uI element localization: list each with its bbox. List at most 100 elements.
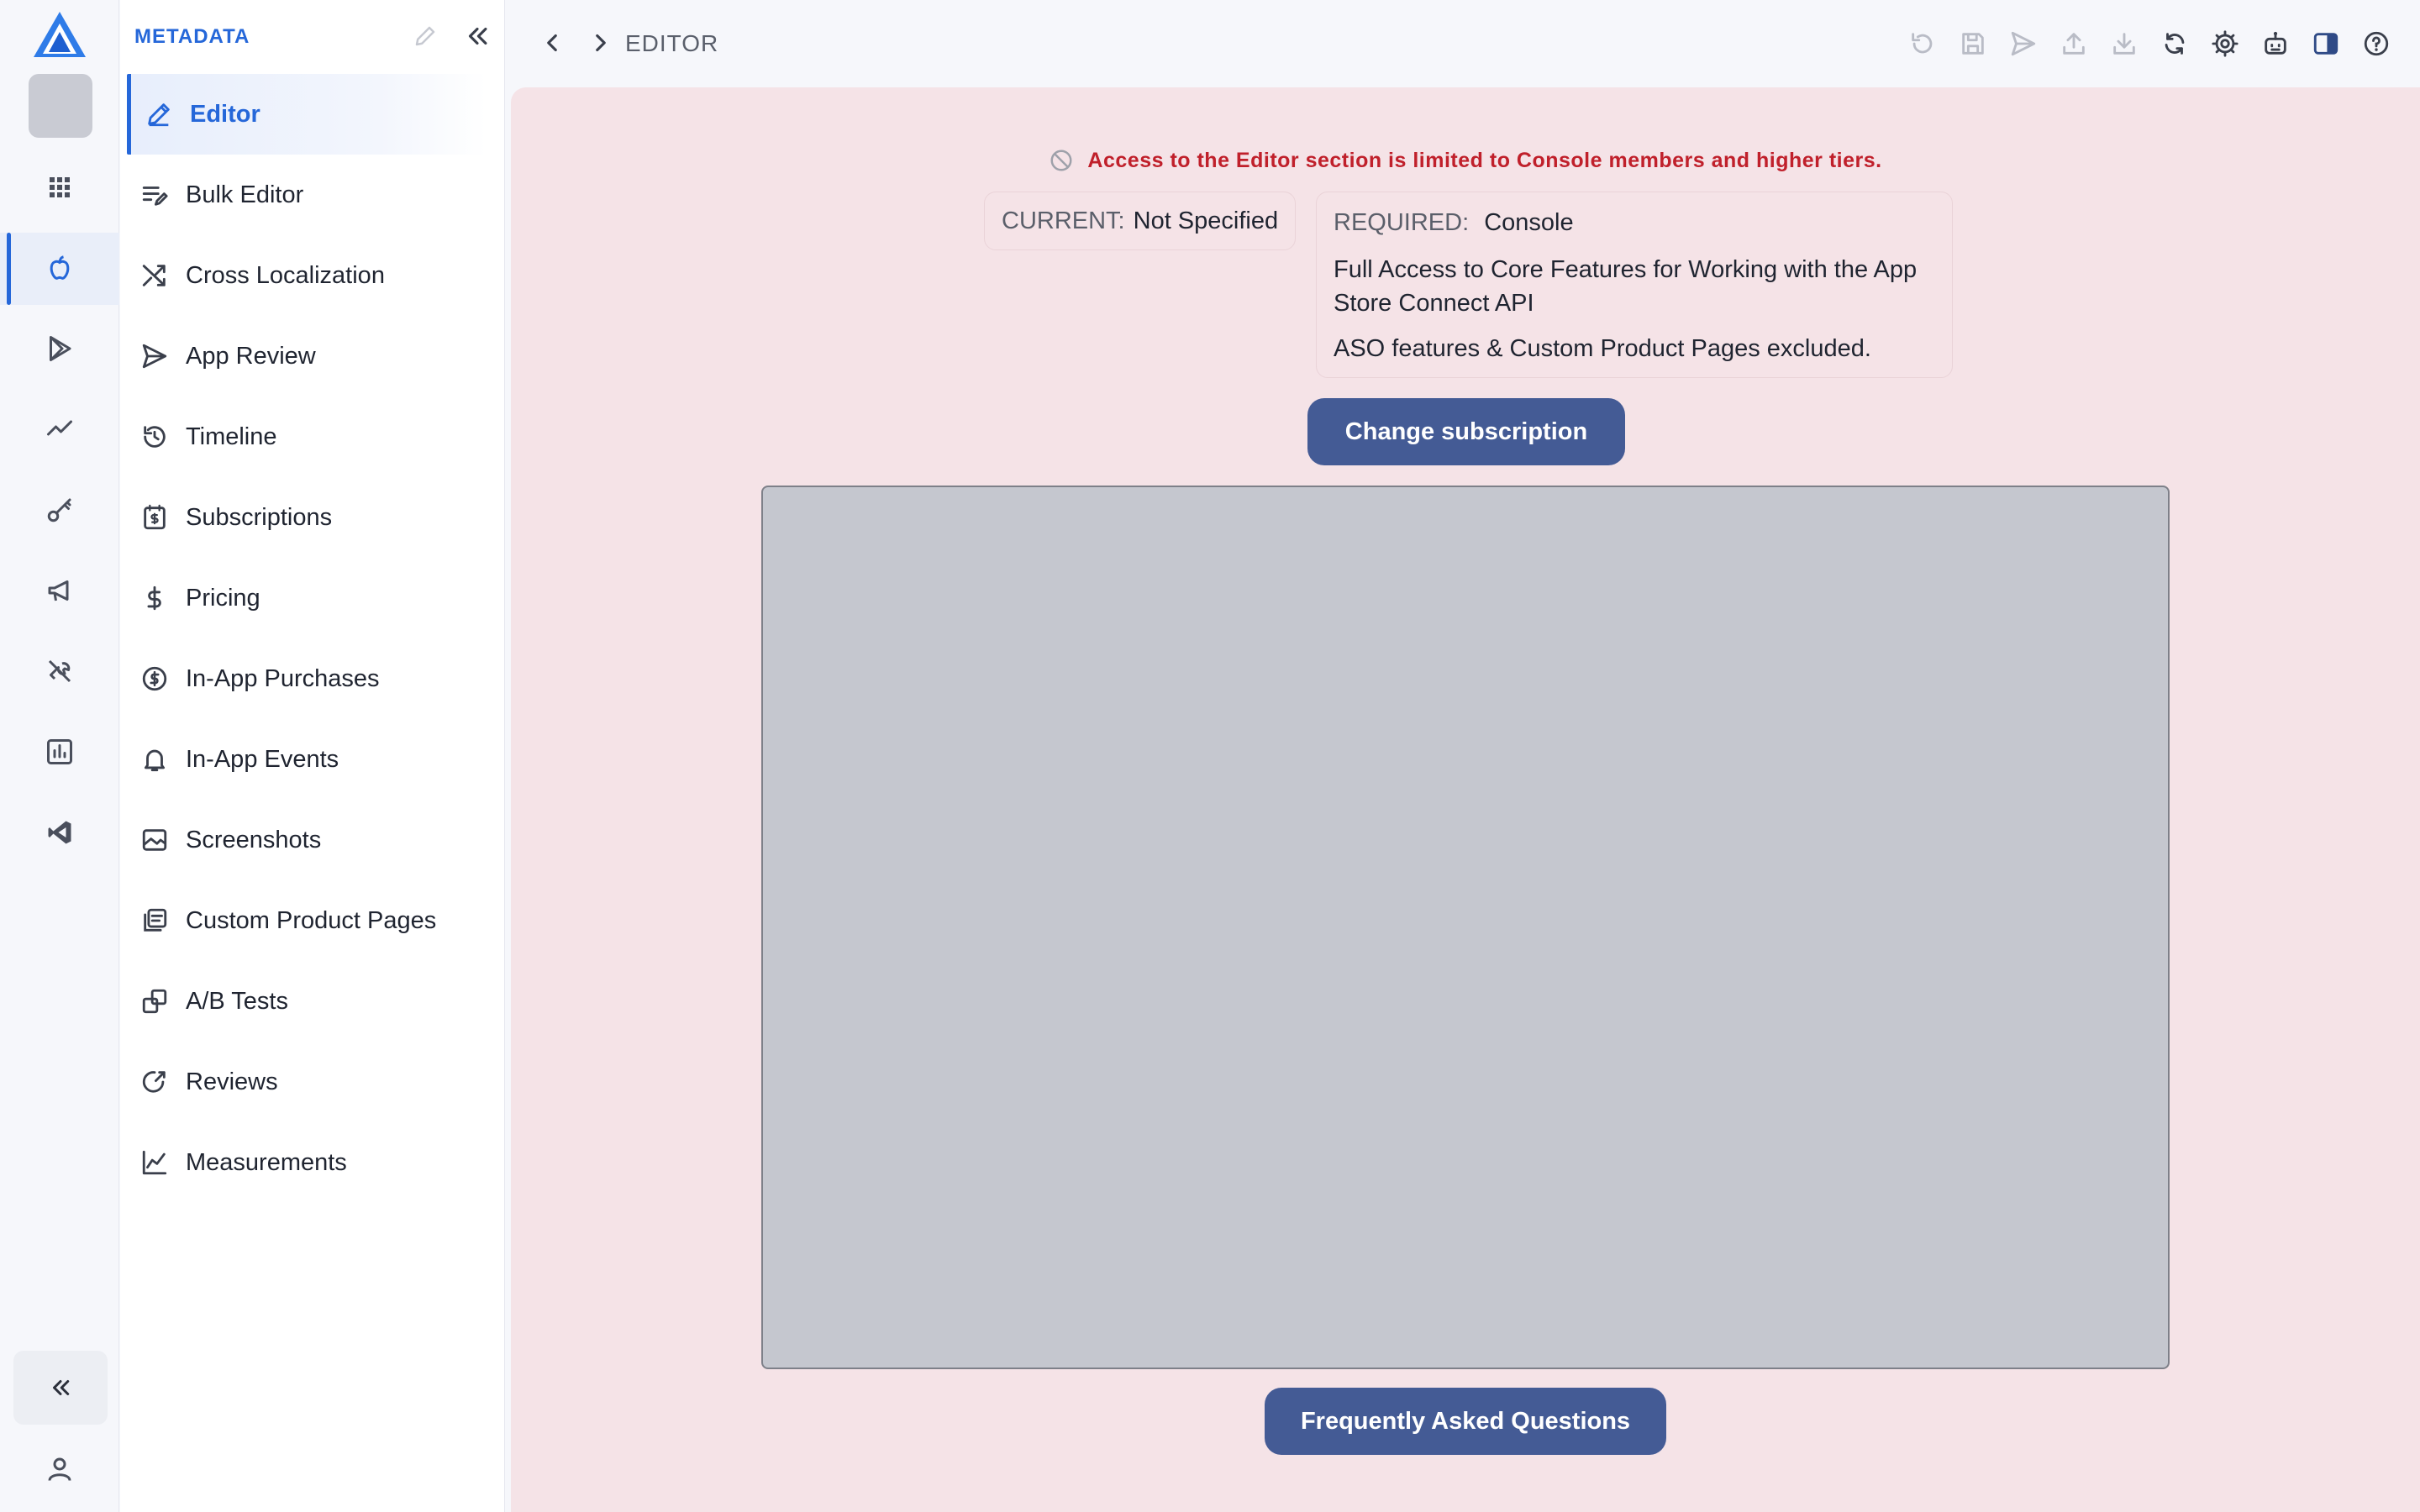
- pencil-icon: [145, 100, 173, 129]
- assistant-button[interactable]: [2250, 27, 2301, 60]
- save-icon: [1962, 33, 1984, 55]
- access-alert: Access to the Editor section is limited …: [511, 148, 2420, 173]
- sidebar-item-label: Cross Localization: [186, 261, 385, 289]
- refresh-button[interactable]: [2149, 27, 2200, 60]
- alert-text: Access to the Editor section is limited …: [1087, 148, 1882, 172]
- rail-vscode[interactable]: [0, 796, 119, 869]
- settings-button[interactable]: [2200, 27, 2250, 60]
- pages-icon: [140, 906, 169, 935]
- required-tier-note: ASO features & Custom Product Pages excl…: [1334, 335, 1871, 362]
- preview-placeholder: [761, 486, 2170, 1369]
- forward-button[interactable]: [587, 29, 615, 57]
- faq-button[interactable]: Frequently Asked Questions: [1265, 1388, 1666, 1455]
- sidebar-item-editor[interactable]: Editor: [127, 74, 487, 155]
- rail-collapse-button[interactable]: [13, 1351, 108, 1425]
- sidebar-item-cross-localization[interactable]: Cross Localization: [120, 235, 505, 316]
- line-chart-icon: [140, 1148, 169, 1177]
- current-tier-card: CURRENT: Not Specified: [984, 192, 1297, 250]
- bar-chart-icon: [47, 739, 72, 764]
- top-bar: EDITOR: [506, 0, 2420, 87]
- toolbar: [1897, 27, 2402, 60]
- help-icon: [2364, 31, 2389, 56]
- rail-tools[interactable]: [0, 635, 119, 707]
- dollar-icon: [140, 584, 169, 612]
- download-button[interactable]: [2099, 27, 2149, 60]
- app-avatar[interactable]: [29, 74, 92, 138]
- bulk-edit-icon: [140, 181, 169, 209]
- sidebar-item-label: Timeline: [186, 423, 277, 450]
- double-chevron-left-icon: [53, 1380, 70, 1395]
- change-subscription-button[interactable]: Change subscription: [1307, 398, 1625, 465]
- required-tier-label: REQUIRED:: [1334, 209, 1470, 236]
- edit-icon[interactable]: [413, 24, 438, 49]
- sidebar-item-pricing[interactable]: Pricing: [120, 558, 505, 638]
- sidebar-item-reviews[interactable]: Reviews: [120, 1042, 505, 1122]
- sidebar-item-label: Pricing: [186, 584, 260, 612]
- shuffle-icon: [140, 261, 169, 290]
- collapse-sidebar-icon[interactable]: [463, 22, 492, 50]
- rail-keys[interactable]: [0, 474, 119, 546]
- sidebar-item-measurements[interactable]: Measurements: [120, 1122, 505, 1203]
- rail-reports[interactable]: [0, 716, 119, 788]
- rail-marketing[interactable]: [0, 554, 119, 627]
- user-icon: [48, 1457, 71, 1481]
- sidebar-item-screenshots[interactable]: Screenshots: [120, 800, 505, 880]
- toggle-panel-button[interactable]: [2301, 27, 2351, 60]
- required-tier-description: Full Access to Core Features for Working…: [1334, 256, 1918, 317]
- sidebar-item-label: Editor: [190, 100, 260, 128]
- sidebar-item-label: Bulk Editor: [186, 181, 304, 208]
- sidebar-item-custom-product-pages[interactable]: Custom Product Pages: [120, 880, 505, 961]
- rail-apps-grid[interactable]: [0, 151, 119, 223]
- save-button[interactable]: [1948, 27, 1998, 60]
- undo-button[interactable]: [1897, 27, 1948, 60]
- download-icon: [2113, 33, 2135, 55]
- sidebar-item-ab-tests[interactable]: A/B Tests: [120, 961, 505, 1042]
- upload-icon: [2063, 33, 2085, 55]
- undo-icon: [1912, 33, 1933, 54]
- sidebar-item-label: Screenshots: [186, 826, 322, 853]
- sidebar-item-label: In-App Events: [186, 745, 339, 773]
- rail-google-play[interactable]: [0, 312, 119, 385]
- current-tier-label: CURRENT:: [1002, 207, 1125, 234]
- sidebar-item-label: Subscriptions: [186, 503, 333, 531]
- subscriptions-icon: [140, 503, 169, 532]
- chevron-right-icon: [596, 34, 606, 52]
- submit-button[interactable]: [1998, 27, 2049, 60]
- back-button[interactable]: [538, 29, 566, 57]
- required-tier-card: REQUIRED: Console Full Access to Core Fe…: [1316, 192, 1953, 378]
- google-play-icon: [50, 336, 71, 361]
- sidebar-item-label: Custom Product Pages: [186, 906, 437, 934]
- metadata-sidebar: METADATA Editor Bulk Editor Cross Locali…: [120, 0, 505, 1512]
- sidebar-nav: Editor Bulk Editor Cross Localization Ap…: [120, 74, 505, 1203]
- help-button[interactable]: [2351, 27, 2402, 60]
- sidebar-title: METADATA: [134, 25, 250, 48]
- user-account-button[interactable]: [39, 1448, 81, 1490]
- robot-icon: [2265, 31, 2286, 55]
- upload-button[interactable]: [2049, 27, 2099, 60]
- image-icon: [140, 826, 169, 854]
- sidebar-item-timeline[interactable]: Timeline: [120, 396, 505, 477]
- app-logo[interactable]: [32, 10, 87, 59]
- breadcrumb: EDITOR: [625, 30, 719, 56]
- sidebar-item-in-app-events[interactable]: In-App Events: [120, 719, 505, 800]
- review-icon: [140, 1068, 169, 1096]
- sidebar-header: METADATA: [120, 0, 505, 72]
- icon-rail: [0, 0, 119, 1512]
- settings-icon: [2212, 30, 2238, 57]
- apps-grid-icon: [50, 177, 70, 197]
- sidebar-item-in-app-purchases[interactable]: In-App Purchases: [120, 638, 505, 719]
- send-icon: [2011, 31, 2036, 56]
- history-icon: [140, 423, 169, 451]
- trend-icon: [47, 420, 72, 436]
- sidebar-item-label: Reviews: [186, 1068, 278, 1095]
- rail-apple[interactable]: [0, 233, 119, 305]
- sidebar-item-bulk-editor[interactable]: Bulk Editor: [120, 155, 505, 235]
- sidebar-item-label: App Review: [186, 342, 316, 370]
- sidebar-item-label: A/B Tests: [186, 987, 288, 1015]
- send-icon: [140, 342, 169, 370]
- rail-trends[interactable]: [0, 393, 119, 465]
- refresh-icon: [2165, 33, 2185, 55]
- sidebar-item-label: In-App Purchases: [186, 664, 380, 692]
- sidebar-item-subscriptions[interactable]: Subscriptions: [120, 477, 505, 558]
- sidebar-item-app-review[interactable]: App Review: [120, 316, 505, 396]
